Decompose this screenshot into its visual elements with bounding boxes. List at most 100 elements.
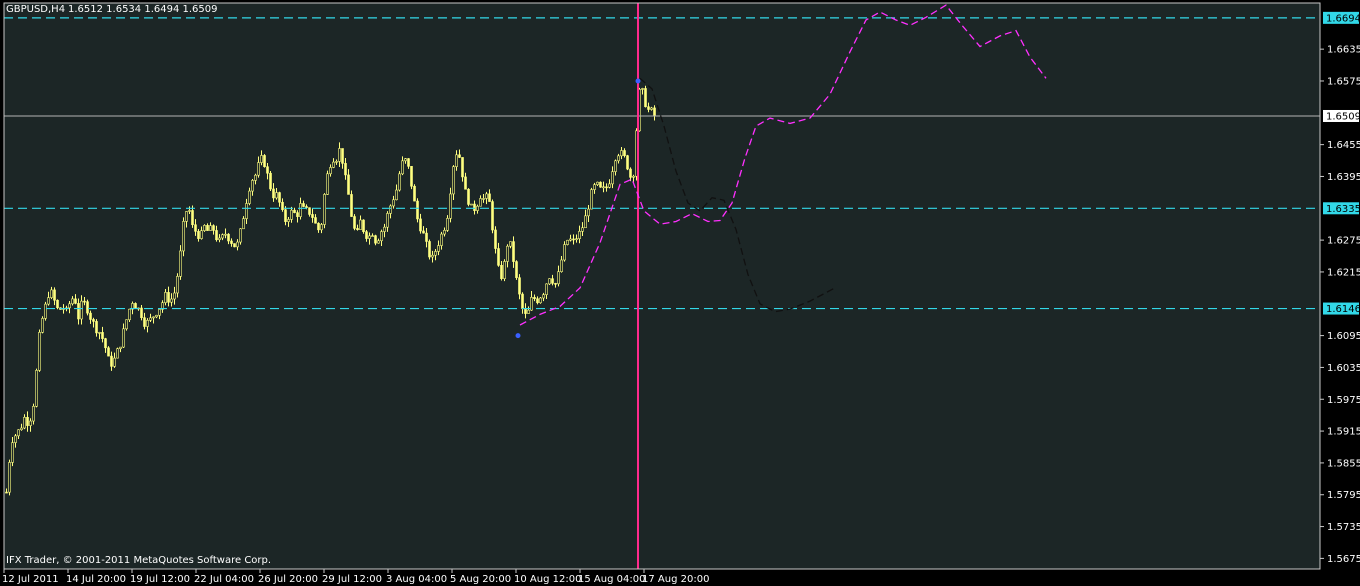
candle-body <box>155 314 158 318</box>
candle-body <box>605 186 608 189</box>
candle-body <box>47 297 50 305</box>
candle-body <box>371 235 374 237</box>
candle-body <box>236 241 239 248</box>
candle <box>326 170 329 196</box>
candle-body <box>215 230 218 241</box>
candle-body <box>533 297 536 300</box>
candle-body <box>101 332 104 339</box>
candle-body <box>185 211 188 222</box>
candle-body <box>269 172 272 190</box>
candle-body <box>266 166 269 174</box>
candle-body <box>206 225 209 231</box>
candle-body <box>554 283 557 285</box>
candle-body <box>590 189 593 210</box>
candle-body <box>350 194 353 217</box>
candle-body <box>569 238 572 241</box>
candle-body <box>23 417 26 429</box>
candle <box>491 199 494 234</box>
candle-body <box>176 276 179 294</box>
candle-body <box>197 231 200 239</box>
x-tick-label: 29 Jul 12:00 <box>322 574 382 585</box>
candle-body <box>524 308 527 314</box>
candle-body <box>158 309 161 316</box>
candle <box>233 243 236 248</box>
candle-body <box>515 261 518 278</box>
candle-body <box>323 194 326 225</box>
candle-body <box>128 308 131 321</box>
candle-body <box>464 176 467 190</box>
candle-body <box>209 225 212 231</box>
y-tick-label: 1.5975 <box>1327 395 1360 406</box>
candle-body <box>596 181 599 185</box>
candle <box>44 301 47 321</box>
candle-body <box>143 317 146 327</box>
candle-body <box>536 298 539 304</box>
candle-body <box>560 259 563 273</box>
candle-body <box>419 218 422 232</box>
candle-body <box>272 188 275 199</box>
candle-body <box>275 192 278 199</box>
candle-body <box>602 186 605 189</box>
price-label-text: 1.6146 <box>1326 304 1360 315</box>
candle <box>38 329 41 372</box>
x-tick-label: 17 Aug 20:00 <box>642 574 709 585</box>
candle-body <box>506 245 509 262</box>
candle-body <box>296 212 299 217</box>
candle-body <box>362 219 365 232</box>
candle-body <box>308 207 311 215</box>
candle-body <box>227 233 230 242</box>
candle <box>428 239 431 260</box>
candle-body <box>230 240 233 244</box>
candle-body <box>113 357 116 367</box>
chart-title: GBPUSD,H4 <box>6 4 66 15</box>
x-tick-label: 10 Aug 12:00 <box>514 574 581 585</box>
price-chart[interactable]: 1.6635 1.6575 1.6455 1.6395 1.6275 1.6215 1.60… <box>0 0 1360 586</box>
candle <box>410 166 413 190</box>
candle-body <box>329 167 332 175</box>
candle-body <box>134 303 137 309</box>
y-tick-label: 1.5915 <box>1327 427 1360 438</box>
candle-body <box>566 239 569 245</box>
candle-body <box>320 224 323 231</box>
candle-body <box>302 203 305 207</box>
candle-body <box>647 106 650 110</box>
candle-body <box>20 427 23 431</box>
candle-body <box>17 429 20 437</box>
candle-body <box>485 193 488 199</box>
y-tick-label: 1.5675 <box>1327 554 1360 565</box>
candle-body <box>221 234 224 239</box>
candle-body <box>98 332 101 334</box>
y-tick-label: 1.5795 <box>1327 490 1360 501</box>
price-label-text: 1.6335 <box>1326 204 1360 215</box>
x-tick-label: 22 Jul 04:00 <box>194 574 254 585</box>
candle-body <box>107 347 110 357</box>
y-tick-label: 1.6455 <box>1327 140 1360 151</box>
candle <box>86 299 89 316</box>
x-tick-label: 5 Aug 20:00 <box>450 574 511 585</box>
candle-body <box>224 233 227 236</box>
candle-body <box>431 254 434 258</box>
candle-body <box>503 261 506 279</box>
candle-body <box>641 88 644 90</box>
candle-body <box>578 231 581 239</box>
candle-body <box>407 158 410 167</box>
candle-body <box>284 209 287 222</box>
candle-body <box>368 235 371 239</box>
candle-body <box>104 338 107 349</box>
candle <box>353 214 356 231</box>
candle <box>416 198 419 223</box>
candle-body <box>80 300 83 320</box>
candle-body <box>242 218 245 230</box>
candle-body <box>398 173 401 191</box>
candle-body <box>170 298 173 303</box>
candle-body <box>356 228 359 230</box>
candle-body <box>110 355 113 367</box>
candle <box>323 193 326 229</box>
candle <box>362 219 365 234</box>
candle-body <box>239 228 242 243</box>
candle-body <box>5 491 8 494</box>
candle-body <box>572 238 575 241</box>
candle-body <box>179 250 182 277</box>
candle-body <box>56 299 59 309</box>
candle-body <box>68 303 71 309</box>
